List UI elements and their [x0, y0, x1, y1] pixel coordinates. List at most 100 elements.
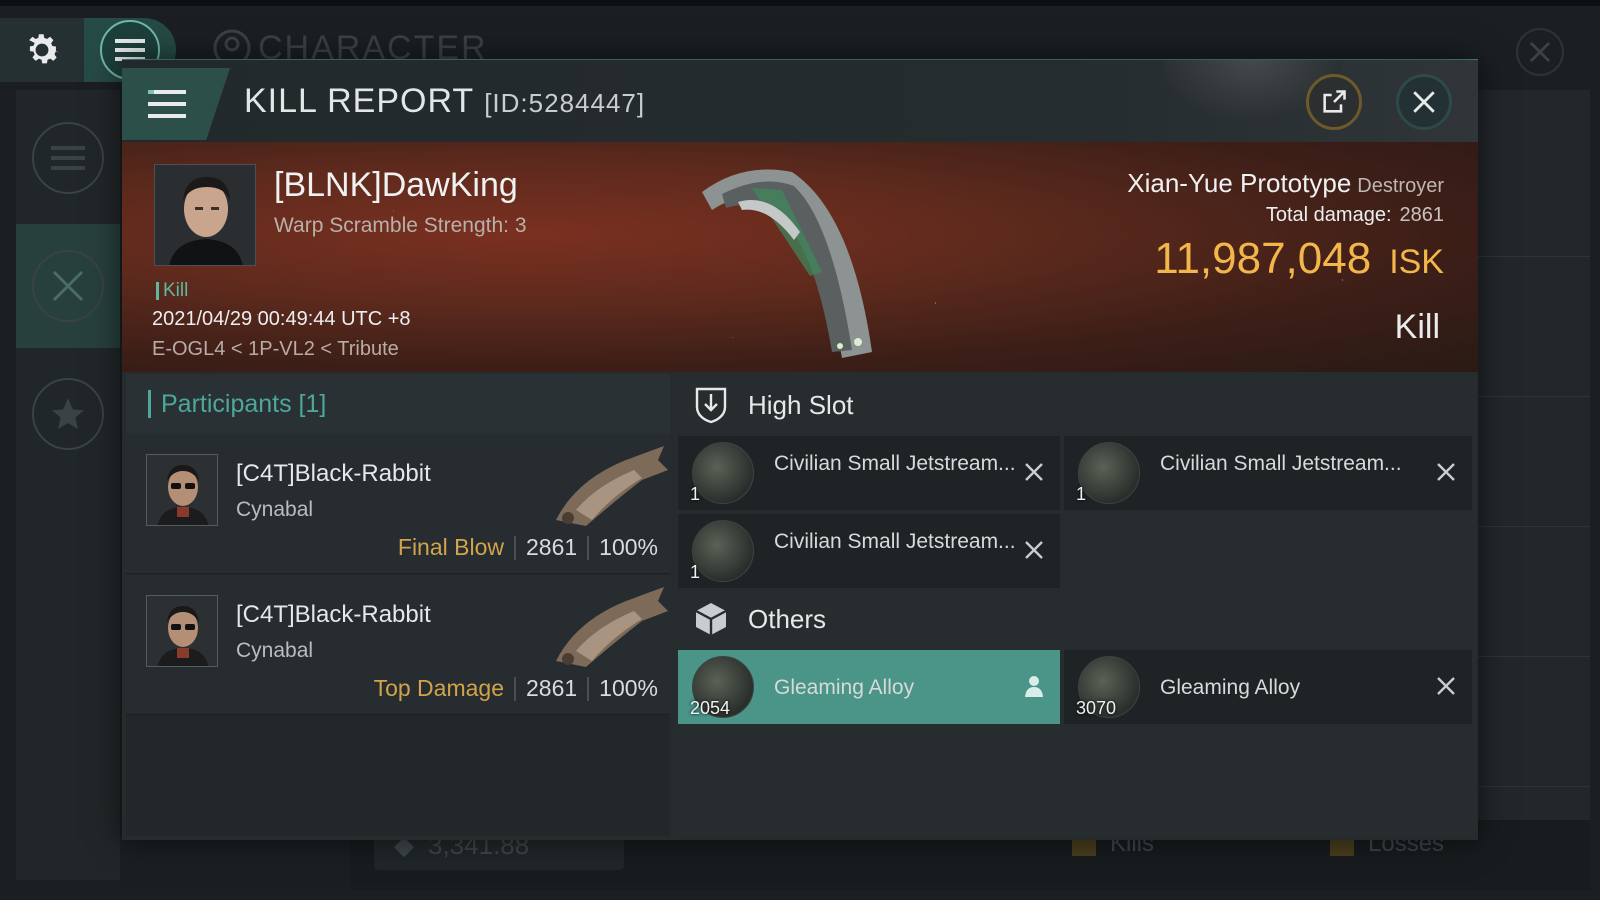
close-icon	[1529, 41, 1551, 63]
sidebar-item-killboard[interactable]	[16, 224, 120, 348]
participant-stats: Top Damage 2861 100%	[374, 675, 658, 702]
close-icon	[1025, 463, 1043, 481]
participant-ship: Cynabal	[236, 498, 314, 521]
divider	[514, 676, 516, 701]
dropped-status	[1020, 672, 1048, 700]
sidebar-circle	[32, 378, 104, 450]
participant-avatar[interactable]	[146, 454, 218, 526]
cargo-item[interactable]: 2054 Gleaming Alloy	[678, 650, 1060, 724]
portrait-image	[155, 165, 255, 265]
participant-name[interactable]: [C4T]Black-Rabbit	[236, 601, 431, 629]
kill-report-id: [ID:5284447]	[484, 88, 646, 118]
participant-name[interactable]: [C4T]Black-Rabbit	[236, 460, 431, 488]
participant-row[interactable]: [C4T]Black-Rabbit Cynabal Final Blow 286…	[126, 434, 670, 574]
fitting-panel: High Slot 1 Civilian Small Jetstream... …	[674, 374, 1476, 836]
kill-timestamp: 2021/04/29 00:49:44 UTC +8	[152, 308, 411, 330]
participant-percent: 100%	[599, 534, 658, 560]
destroyed-status	[1432, 458, 1460, 486]
destroyed-status	[1432, 672, 1460, 700]
victim-banner: [BLNK]DawKing Warp Scramble Strength: 3 …	[122, 142, 1478, 372]
module-item[interactable]: 1 Civilian Small Jetstream...	[678, 514, 1060, 588]
ship-title[interactable]: Xian-Yue Prototype Destroyer	[1127, 168, 1444, 199]
cargo-name: Gleaming Alloy	[1160, 676, 1301, 699]
close-button[interactable]	[1396, 74, 1452, 130]
cargo-item[interactable]: 3070 Gleaming Alloy	[1064, 650, 1472, 724]
participants-title: Participants [1]	[161, 389, 327, 418]
list-icon	[51, 146, 85, 170]
page-title: KILL REPORT [ID:5284447]	[244, 82, 645, 121]
sidebar-item-list[interactable]	[16, 96, 120, 220]
module-item[interactable]: 1 Civilian Small Jetstream...	[1064, 436, 1472, 510]
participants-header[interactable]: Participants [1]	[126, 374, 670, 434]
divider	[587, 535, 590, 560]
portrait-image	[147, 596, 217, 666]
module-quantity: 1	[690, 562, 701, 582]
background-close-button[interactable]	[1516, 28, 1564, 76]
participant-role: Final Blow	[397, 534, 504, 560]
module-item[interactable]: 1 Civilian Small Jetstream...	[678, 436, 1060, 510]
divider	[514, 535, 516, 560]
cube-icon	[695, 603, 727, 635]
star-icon	[52, 398, 84, 430]
share-button[interactable]	[1306, 74, 1362, 130]
participant-row[interactable]: [C4T]Black-Rabbit Cynabal Top Damage 286…	[126, 575, 670, 715]
victim-avatar[interactable]	[154, 164, 256, 266]
portrait-image	[147, 455, 217, 525]
participants-panel: Participants [1] [C4T]Black-Rabbit Cynab…	[126, 374, 670, 836]
person-icon	[1025, 676, 1043, 697]
sidebar-circle	[32, 250, 104, 322]
cargo-quantity: 3070	[1076, 698, 1117, 718]
module-icon	[1078, 442, 1140, 504]
hamburger-icon	[148, 90, 186, 118]
others-title: Others	[748, 603, 827, 634]
total-damage-value: 2861	[1399, 204, 1445, 226]
sidebar-item-favorites[interactable]	[16, 352, 120, 476]
victim-subtitle: Warp Scramble Strength: 3	[274, 214, 527, 237]
crossed-swords-icon	[52, 270, 84, 302]
high-slot-header: High Slot	[674, 376, 1476, 434]
participant-percent: 100%	[599, 675, 658, 701]
destroyed-status	[1020, 536, 1048, 564]
close-icon	[1437, 677, 1455, 695]
kill-report-title: KILL REPORT	[244, 82, 475, 120]
participant-ship-image	[556, 587, 668, 667]
total-damage: Total damage: 2861	[1266, 204, 1444, 227]
participant-avatar[interactable]	[146, 595, 218, 667]
kill-type-tag: Kill	[156, 280, 188, 302]
destroyed-status	[1020, 458, 1048, 486]
divider	[587, 676, 590, 701]
victim-ship-image[interactable]	[682, 152, 912, 362]
close-icon	[1025, 541, 1043, 559]
isk-unit: ISK	[1389, 243, 1444, 281]
gear-icon	[29, 34, 60, 64]
top-bar	[0, 0, 1600, 6]
close-icon	[1413, 91, 1435, 113]
module-icon	[692, 520, 754, 582]
module-name: Civilian Small Jetstream...	[774, 452, 1016, 475]
kill-location[interactable]: E-OGL4 < 1P-VL2 < Tribute	[152, 338, 399, 361]
close-icon	[1437, 463, 1455, 481]
cargo-name: Gleaming Alloy	[774, 676, 915, 699]
module-quantity: 1	[690, 484, 701, 504]
participant-damage: 2861	[526, 534, 578, 560]
participant-role: Top Damage	[373, 675, 504, 701]
modal-header: KILL REPORT [ID:5284447]	[122, 60, 1478, 142]
sidebar-circle	[32, 122, 104, 194]
external-link-icon	[1323, 90, 1346, 113]
isk-amount: 11,987,048	[1154, 234, 1372, 283]
module-icon	[692, 442, 754, 504]
high-slot-icon	[695, 387, 727, 424]
settings-button[interactable]	[0, 18, 84, 82]
participant-stats: Final Blow 2861 100%	[398, 534, 658, 561]
others-header: Others	[674, 590, 1476, 648]
ship-name: Xian-Yue Prototype	[1127, 168, 1352, 198]
module-name: Civilian Small Jetstream...	[1160, 452, 1402, 475]
report-menu-button[interactable]	[122, 68, 230, 140]
participant-damage: 2861	[526, 675, 578, 701]
module-name: Civilian Small Jetstream...	[774, 530, 1016, 553]
cargo-quantity: 2054	[690, 698, 731, 718]
victim-name[interactable]: [BLNK]DawKing	[274, 166, 518, 205]
module-quantity: 1	[1076, 484, 1087, 504]
header-bar	[148, 390, 151, 418]
ship-class: Destroyer	[1357, 175, 1444, 197]
